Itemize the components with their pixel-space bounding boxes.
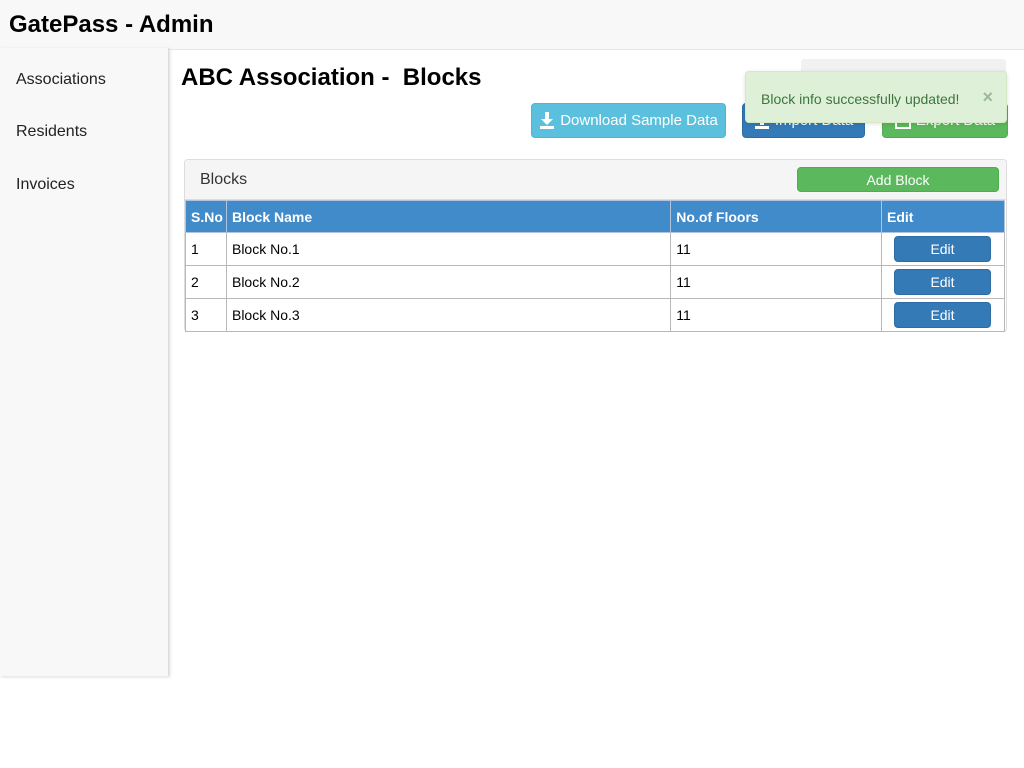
sidebar-item-associations[interactable]: Associations: [16, 71, 106, 89]
close-icon[interactable]: ×: [982, 87, 993, 108]
cell-sno: 2: [185, 265, 227, 299]
app-title: GatePass - Admin: [9, 11, 214, 38]
panel-title: Blocks: [200, 171, 248, 188]
cell-sno: 1: [185, 232, 227, 266]
sidebar: Associations Residents Invoices: [0, 48, 169, 676]
sidebar-item-invoices[interactable]: Invoices: [16, 176, 75, 194]
page-title: ABC Association - Blocks: [181, 64, 482, 91]
column-header-edit: Edit: [881, 200, 1005, 233]
alert-message: Block info successfully updated!: [761, 91, 960, 107]
cell-edit: Edit: [881, 298, 1005, 332]
panel-heading: Blocks Add Block: [185, 160, 1006, 200]
edit-button[interactable]: Edit: [894, 302, 991, 328]
download-sample-data-label: Download Sample Data: [560, 112, 718, 129]
download-sample-data-button[interactable]: Download Sample Data: [531, 103, 726, 138]
edit-button[interactable]: Edit: [894, 269, 991, 295]
blocks-panel: Blocks Add Block S.No Block Name No.of F…: [184, 159, 1007, 332]
download-icon: [540, 112, 555, 129]
table-row: 1 Block No.1 11 Edit: [185, 232, 1005, 266]
column-header-block-name: Block Name: [225, 200, 672, 233]
sidebar-item-residents[interactable]: Residents: [16, 123, 87, 141]
success-alert: Block info successfully updated! ×: [745, 71, 1007, 123]
cell-edit: Edit: [881, 232, 1005, 266]
table-row: 2 Block No.2 11 Edit: [185, 265, 1005, 299]
cell-block-name: Block No.1: [225, 232, 672, 266]
add-block-button[interactable]: Add Block: [797, 167, 999, 192]
edit-button[interactable]: Edit: [894, 236, 991, 262]
cell-sno: 3: [185, 298, 227, 332]
column-header-sno: S.No: [185, 200, 227, 233]
cell-block-name: Block No.3: [225, 298, 672, 332]
column-header-floors: No.of Floors: [670, 200, 882, 233]
table-header-row: S.No Block Name No.of Floors Edit: [185, 200, 1005, 233]
cell-edit: Edit: [881, 265, 1005, 299]
cell-block-name: Block No.2: [225, 265, 672, 299]
table-row: 3 Block No.3 11 Edit: [185, 298, 1005, 332]
cell-floors: 11: [670, 298, 882, 332]
cell-floors: 11: [670, 265, 882, 299]
top-navbar: GatePass - Admin: [0, 0, 1024, 50]
blocks-table: S.No Block Name No.of Floors Edit 1 Bloc…: [185, 200, 1005, 332]
cell-floors: 11: [670, 232, 882, 266]
